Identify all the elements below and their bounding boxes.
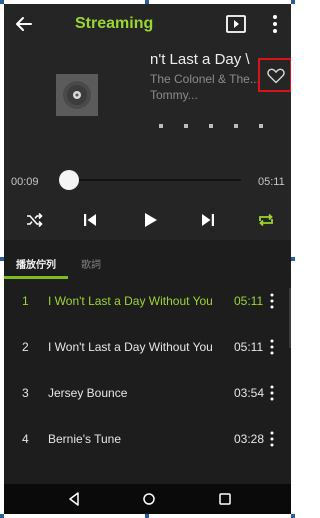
selection-handle — [145, 514, 149, 518]
track-number: 2 — [22, 340, 29, 354]
track-number: 1 — [22, 294, 29, 308]
app-screen: Streaming n't Last a Day \ The Colonel &… — [4, 4, 291, 514]
tab-lyrics[interactable]: 歌詞 — [81, 256, 101, 271]
app-title: Streaming — [75, 15, 154, 32]
track-row[interactable]: 4 Bernie's Tune 03:28 — [4, 418, 291, 464]
arrow-left-icon[interactable] — [14, 14, 34, 34]
page-dot — [209, 124, 213, 128]
track-duration: 03:54 — [234, 386, 265, 400]
track-title: I Won't Last a Day Without You — [48, 294, 213, 308]
cast-icon[interactable] — [226, 15, 246, 33]
nav-back-icon[interactable] — [66, 491, 82, 507]
track-number: 3 — [22, 386, 29, 400]
selection-handle — [291, 514, 295, 518]
now-playing-panel: Streaming n't Last a Day \ The Colonel &… — [4, 4, 291, 240]
seek-bar[interactable] — [64, 179, 241, 181]
album-art — [56, 74, 98, 116]
play-icon[interactable] — [140, 210, 160, 230]
now-playing-artist: The Colonel & The... Tommy... — [150, 72, 260, 102]
selection-handle — [0, 0, 4, 4]
page-dot — [159, 124, 163, 128]
track-title: Bernie's Tune — [48, 432, 122, 446]
more-vertical-icon[interactable] — [267, 430, 277, 448]
more-vertical-icon[interactable] — [267, 338, 277, 356]
selection-handle — [0, 257, 4, 261]
track-number: 4 — [22, 432, 29, 446]
track-row[interactable]: 1 I Won't Last a Day Without You 05:11 — [4, 280, 291, 326]
track-title: Jersey Bounce — [48, 386, 128, 400]
more-vertical-icon[interactable] — [267, 292, 277, 310]
repeat-icon[interactable] — [256, 210, 276, 230]
system-navigation-bar — [4, 484, 291, 514]
shuffle-icon[interactable] — [24, 210, 44, 230]
elapsed-time: 00:09 — [11, 176, 39, 188]
top-app-bar: Streaming — [4, 4, 291, 44]
track-duration: 05:11 — [234, 340, 264, 354]
page-dot — [234, 124, 238, 128]
active-tab-indicator — [4, 276, 68, 279]
nav-recents-icon[interactable] — [217, 491, 233, 507]
skip-previous-icon[interactable] — [80, 210, 100, 230]
selection-handle — [291, 0, 295, 4]
track-duration: 05:11 — [234, 294, 264, 308]
seek-thumb[interactable] — [59, 170, 80, 190]
list-scrollbar[interactable] — [289, 288, 291, 348]
page-dot — [184, 124, 188, 128]
track-row[interactable]: 2 I Won't Last a Day Without You 05:11 — [4, 326, 291, 372]
total-time: 05:11 — [258, 176, 285, 188]
carousel-page-indicator — [159, 124, 269, 130]
track-duration: 03:28 — [234, 432, 265, 446]
more-vertical-icon[interactable] — [268, 13, 282, 35]
selection-handle — [145, 0, 149, 4]
track-title: I Won't Last a Day Without You — [48, 340, 213, 354]
favorite-button[interactable] — [258, 58, 291, 92]
more-vertical-icon[interactable] — [267, 384, 277, 402]
selection-handle — [291, 257, 295, 261]
heart-outline-icon — [267, 68, 285, 84]
page-dot — [259, 124, 263, 128]
tab-bar: 播放佇列 歌詞 — [4, 252, 291, 280]
tab-play-queue[interactable]: 播放佇列 — [16, 256, 56, 271]
track-row[interactable]: 3 Jersey Bounce 03:54 — [4, 372, 291, 418]
now-playing-title: n't Last a Day \ — [150, 51, 250, 68]
skip-next-icon[interactable] — [198, 210, 218, 230]
disc-icon — [63, 81, 91, 109]
selection-handle — [0, 514, 4, 518]
nav-home-icon[interactable] — [141, 491, 157, 507]
